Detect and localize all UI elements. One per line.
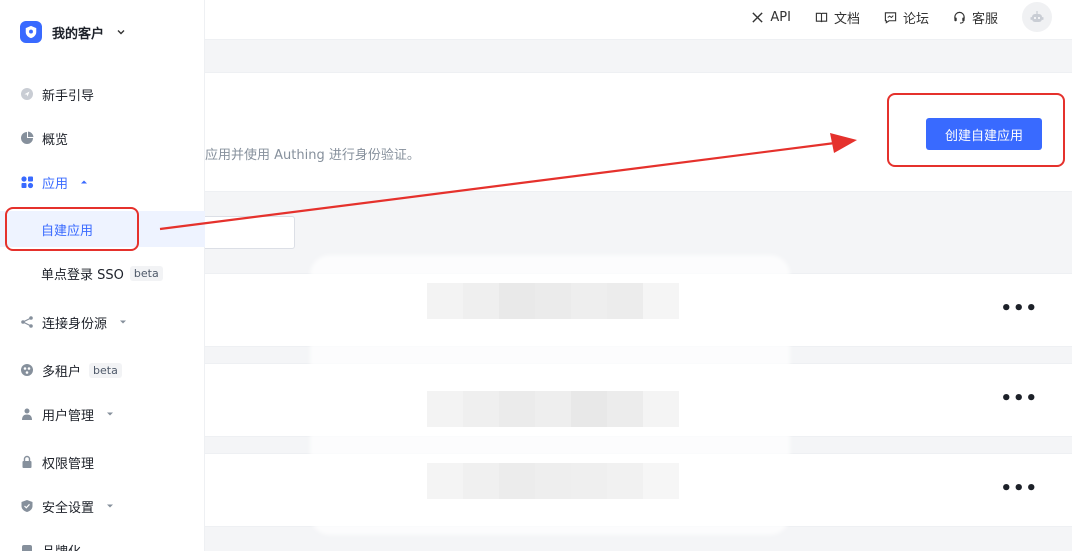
sidebar-item-identity-sources[interactable]: 连接身份源 bbox=[0, 306, 205, 338]
annotation-highlight-sidebar bbox=[5, 207, 139, 251]
support-link[interactable]: 客服 bbox=[953, 8, 998, 27]
tools-icon bbox=[752, 11, 764, 23]
brand-switcher[interactable]: 我的客户 bbox=[20, 20, 126, 44]
shield-logo-icon bbox=[20, 21, 42, 43]
redaction-mosaic bbox=[427, 391, 679, 427]
search-input[interactable] bbox=[205, 216, 295, 249]
avatar[interactable] bbox=[1022, 2, 1052, 32]
sidebar-item-label: 连接身份源 bbox=[42, 316, 108, 332]
sidebar-item-label: 概览 bbox=[42, 132, 69, 148]
lock-icon bbox=[20, 455, 34, 469]
page-description: 应用并使用 Authing 进行身份验证。 bbox=[205, 148, 420, 163]
sidebar-item-overview[interactable]: 概览 bbox=[0, 122, 205, 154]
sidebar-item-label: 多租户 bbox=[42, 364, 82, 380]
caret-down-icon bbox=[120, 320, 127, 324]
headset-icon bbox=[954, 11, 965, 24]
docs-link-label: 文档 bbox=[833, 11, 860, 27]
support-link-label: 客服 bbox=[971, 11, 998, 27]
sidebar-item-label: 用户管理 bbox=[42, 408, 95, 424]
send-icon bbox=[20, 87, 34, 101]
pie-chart-icon bbox=[20, 131, 34, 145]
beta-badge: beta bbox=[89, 362, 122, 378]
api-link[interactable]: API bbox=[751, 10, 791, 25]
redaction-mosaic bbox=[427, 283, 679, 319]
sidebar-item-guide[interactable]: 新手引导 bbox=[0, 78, 205, 110]
forum-link[interactable]: 论坛 bbox=[884, 8, 929, 27]
users-icon bbox=[20, 407, 34, 421]
sidebar-subitem-label: 单点登录 SSO bbox=[41, 267, 124, 283]
sidebar-item-label: 应用 bbox=[42, 176, 69, 192]
sidebar-item-label: 品牌化 bbox=[42, 541, 81, 551]
sidebar-item-label: 权限管理 bbox=[42, 456, 95, 472]
book-icon bbox=[815, 12, 828, 22]
top-nav: API 文档 论坛 客服 bbox=[751, 0, 1072, 34]
caret-down-icon bbox=[107, 504, 114, 508]
more-options-icon[interactable]: ••• bbox=[1000, 480, 1038, 498]
share-icon bbox=[20, 315, 34, 329]
beta-badge: beta bbox=[129, 265, 163, 281]
more-options-icon[interactable]: ••• bbox=[1000, 300, 1038, 318]
caret-down-icon bbox=[107, 412, 114, 416]
brand-name: 我的客户 bbox=[52, 26, 105, 42]
api-link-label: API bbox=[770, 9, 791, 25]
chat-icon bbox=[884, 11, 897, 24]
sidebar-item-security[interactable]: 安全设置 bbox=[0, 490, 205, 522]
caret-up-icon bbox=[81, 180, 88, 184]
forum-link-label: 论坛 bbox=[902, 11, 929, 27]
top-bar: API 文档 论坛 客服 bbox=[205, 0, 1072, 40]
redaction-mosaic bbox=[427, 463, 679, 499]
more-options-icon[interactable]: ••• bbox=[1000, 390, 1038, 408]
sidebar-item-multi-tenant[interactable]: 多租户 beta bbox=[0, 354, 205, 386]
brand-icon bbox=[20, 543, 34, 551]
docs-link[interactable]: 文档 bbox=[815, 8, 860, 27]
tenant-icon bbox=[20, 363, 34, 377]
annotation-highlight-button bbox=[887, 93, 1065, 167]
robot-avatar-icon bbox=[1030, 11, 1044, 22]
sidebar-item-permissions[interactable]: 权限管理 bbox=[0, 446, 205, 478]
sidebar: 我的客户 新手引导 概览 应用 自建应用 单点登录 SSO beta 连接身份源… bbox=[0, 0, 205, 551]
sidebar-item-label: 安全设置 bbox=[42, 500, 95, 516]
sidebar-item-label: 新手引导 bbox=[42, 88, 95, 104]
sidebar-subitem-sso[interactable]: 单点登录 SSO beta bbox=[0, 255, 205, 291]
sidebar-item-user-management[interactable]: 用户管理 bbox=[0, 398, 205, 430]
chevron-down-icon bbox=[117, 30, 125, 35]
sidebar-item-apps[interactable]: 应用 bbox=[0, 166, 205, 198]
shield-icon bbox=[20, 499, 34, 513]
sidebar-item-branding[interactable]: 品牌化 bbox=[0, 534, 205, 551]
apps-icon bbox=[20, 175, 34, 189]
